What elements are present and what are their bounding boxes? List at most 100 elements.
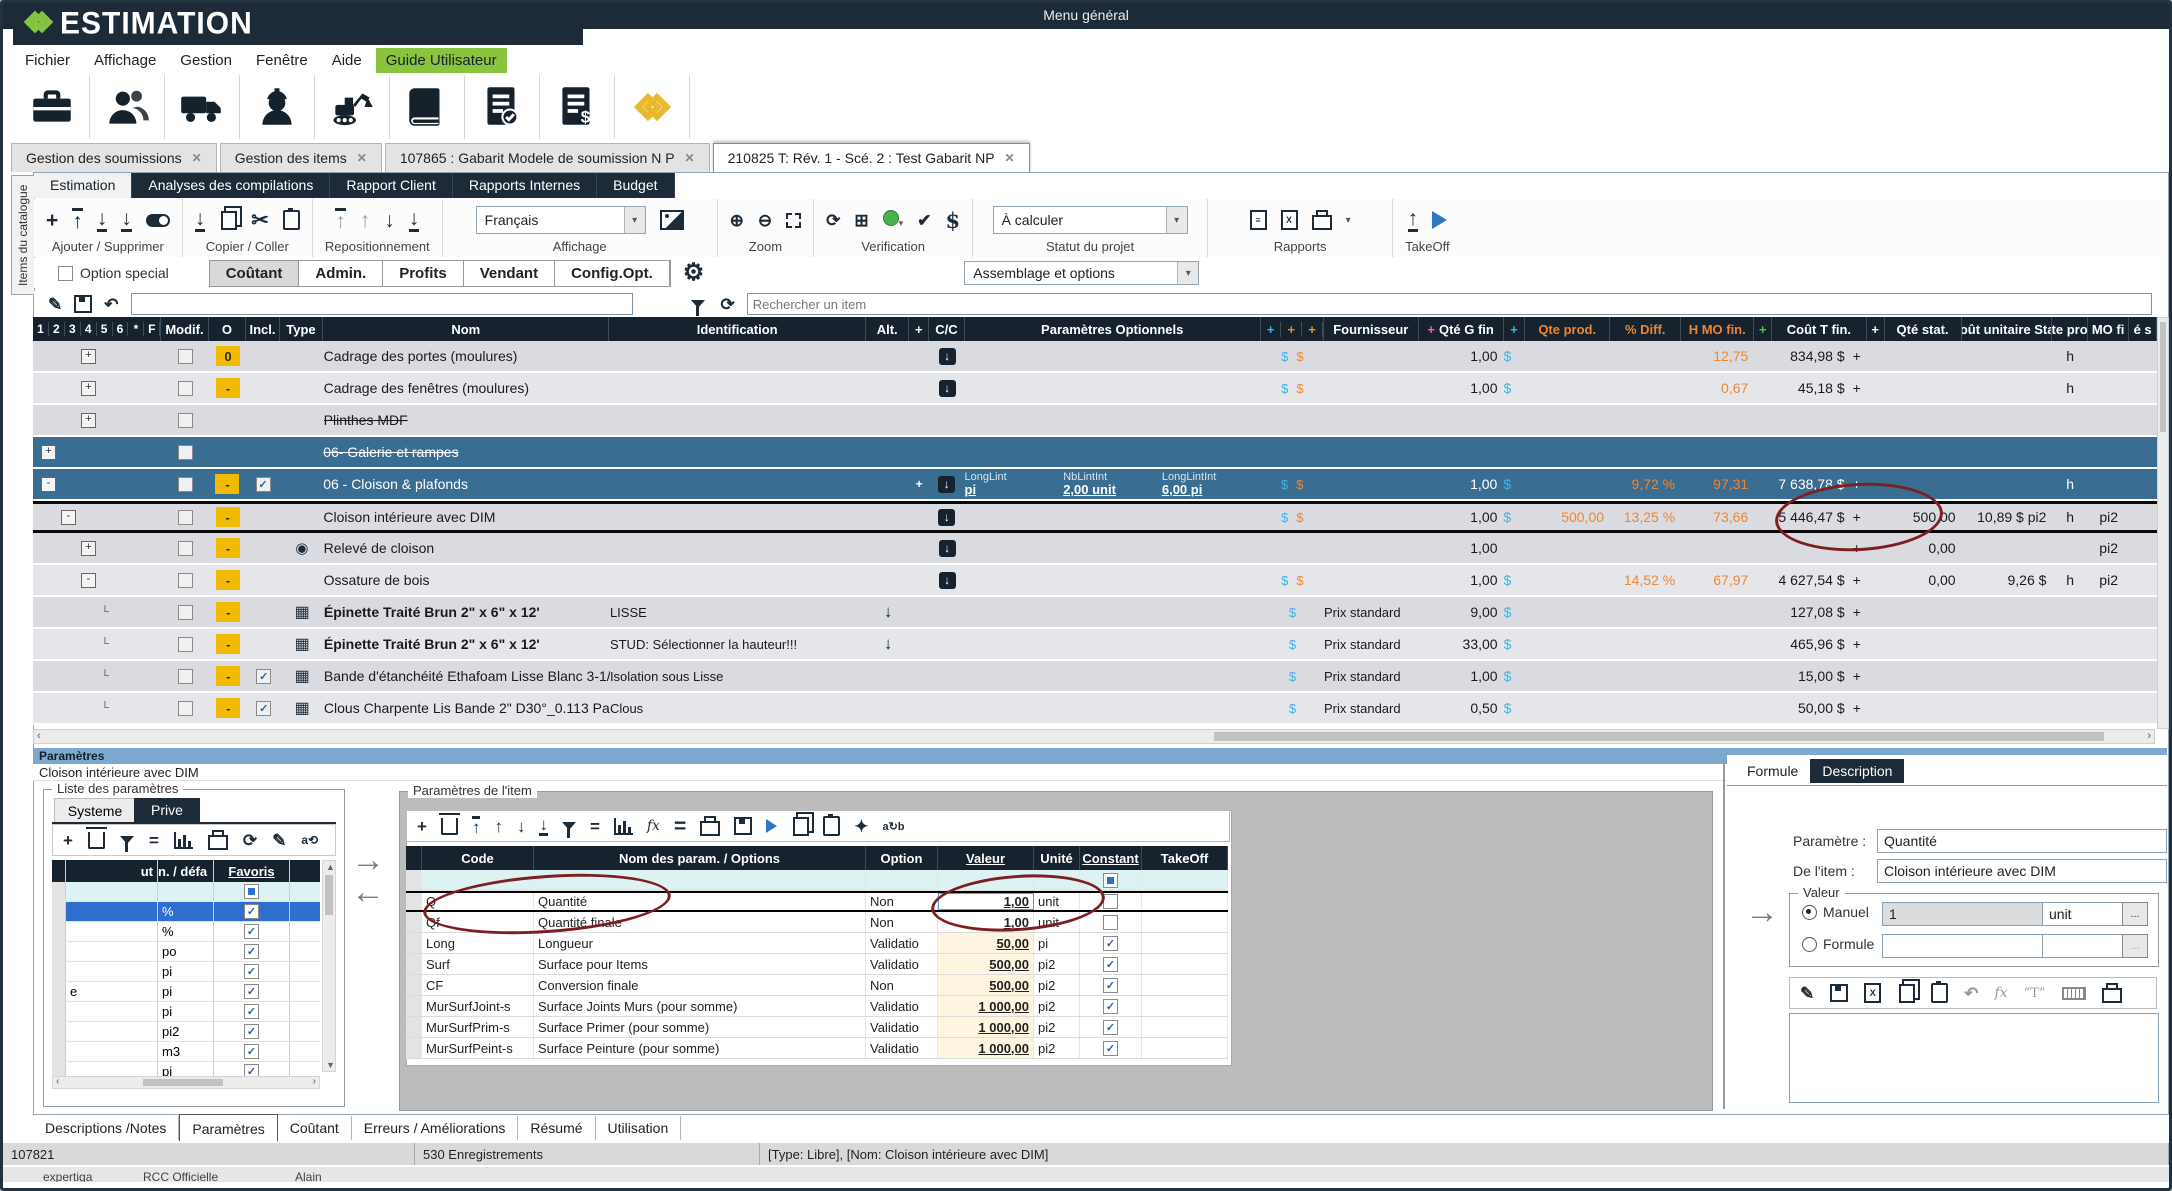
undo-icon[interactable]: ↶: [104, 296, 118, 313]
incl-checkbox[interactable]: ✓: [256, 669, 271, 684]
constant-checkbox[interactable]: [1103, 873, 1118, 888]
printer-icon[interactable]: [700, 821, 720, 836]
tree-expand-icon[interactable]: +: [81, 349, 96, 364]
favoris-checkbox[interactable]: ✓: [244, 924, 259, 939]
document-check-icon[interactable]: [465, 75, 540, 139]
cost-center-icon[interactable]: ↓: [939, 572, 956, 589]
dollar-icon[interactable]: $: [945, 210, 960, 231]
option-badge[interactable]: -: [216, 602, 240, 622]
cost-center-icon[interactable]: ↓: [939, 540, 956, 557]
save-icon[interactable]: [734, 817, 752, 835]
copy-icon[interactable]: [1899, 984, 1915, 1003]
catalog-book-icon[interactable]: [390, 75, 465, 139]
mode-button-cotant[interactable]: Coûtant: [210, 261, 300, 286]
menu-item-guide-utilisateur[interactable]: Guide Utilisateur: [376, 48, 507, 73]
grid-header-params[interactable]: Paramètres Optionnels: [965, 317, 1261, 341]
list-item[interactable]: epi✓: [52, 982, 320, 1002]
assembly-select[interactable]: Assemblage et options▾: [964, 261, 1199, 285]
takeoff-icon[interactable]: [766, 819, 777, 833]
mode-button-vendant[interactable]: Vendant: [464, 261, 555, 286]
document-tab[interactable]: Gestion des soumissions✕: [11, 143, 217, 172]
tab-prive[interactable]: Prive: [134, 798, 200, 822]
close-icon[interactable]: ✕: [357, 151, 367, 165]
zoom-in-icon[interactable]: ⊕: [730, 212, 744, 229]
option-badge[interactable]: -: [216, 507, 240, 527]
cost-center-icon[interactable]: ↓: [938, 476, 955, 493]
formule-more-button[interactable]: ...: [2122, 934, 2148, 958]
view-tab-budget[interactable]: Budget: [597, 173, 674, 198]
view-tab-rapport-client[interactable]: Rapport Client: [330, 173, 453, 198]
list-item[interactable]: %✓: [52, 902, 320, 922]
list-item[interactable]: pi2✓: [52, 1022, 320, 1042]
formula-icon[interactable]: fx: [647, 818, 660, 834]
grid-header-alt[interactable]: Alt.: [866, 317, 909, 341]
param-row[interactable]: MurSurfPeint-sSurface Peinture (pour som…: [406, 1038, 1228, 1059]
cost-center-icon[interactable]: ↓: [939, 380, 956, 397]
modif-checkbox[interactable]: [178, 413, 193, 428]
option-badge[interactable]: -: [216, 698, 240, 718]
bottom-tab-erreurs-am-liorations[interactable]: Erreurs / Améliorations: [352, 1116, 519, 1140]
constant-checkbox[interactable]: [1103, 915, 1118, 930]
grid-row[interactable]: └-▦Épinette Traité Brun 2" x 6" x 12'STU…: [33, 629, 2157, 661]
view-tab-estimation[interactable]: Estimation: [34, 173, 132, 198]
bottom-tab-co-tant[interactable]: Coûtant: [278, 1116, 352, 1140]
copy-icon[interactable]: [221, 211, 237, 230]
clean-icon[interactable]: ✦: [854, 818, 868, 835]
move-bottom-icon[interactable]: ↓: [409, 208, 420, 232]
printer-icon[interactable]: [2102, 988, 2122, 1003]
takeoff-logo-icon[interactable]: [1432, 211, 1447, 229]
grid-header-tepro[interactable]: te pro: [2052, 317, 2088, 341]
grid-header-hmo[interactable]: H MO fin.: [1681, 317, 1754, 341]
grid-header-dol[interactable]: +: [1504, 317, 1526, 341]
move-bottom-icon[interactable]: ↓: [539, 816, 548, 836]
insert-above-icon[interactable]: ↑: [72, 208, 83, 232]
close-icon[interactable]: ✕: [192, 151, 202, 165]
truck-icon[interactable]: [165, 75, 240, 139]
move-left-arrow-icon[interactable]: ←: [351, 875, 385, 909]
list-item[interactable]: po✓: [52, 942, 320, 962]
param-value[interactable]: 500,00: [989, 978, 1029, 993]
tree-expand-icon[interactable]: -: [61, 510, 76, 525]
modif-checkbox[interactable]: [178, 637, 193, 652]
add-icon[interactable]: +: [63, 832, 73, 849]
grid-row[interactable]: +-◉Relevé de cloison↓1,00+0,00pi2: [33, 533, 2157, 565]
alternative-arrow-icon[interactable]: ↓: [884, 602, 893, 622]
constant-checkbox[interactable]: ✓: [1103, 1041, 1118, 1056]
modif-checkbox[interactable]: [178, 477, 193, 492]
option-badge[interactable]: -: [216, 634, 240, 654]
takeoff-upload-icon[interactable]: ↑: [1408, 208, 1419, 232]
menu-item-aide[interactable]: Aide: [322, 49, 372, 72]
toggle-icon[interactable]: [146, 214, 170, 227]
list-item[interactable]: %✓: [52, 922, 320, 942]
manual-radio[interactable]: [1802, 905, 1817, 920]
constant-checkbox[interactable]: ✓: [1103, 978, 1118, 993]
mode-button-profits[interactable]: Profits: [383, 261, 464, 286]
tree-expand-icon[interactable]: -: [41, 477, 56, 492]
grid-row[interactable]: └-▦Épinette Traité Brun 2" x 6" x 12'LIS…: [33, 597, 2157, 629]
favoris-checkbox[interactable]: ✓: [244, 1004, 259, 1019]
delete-icon[interactable]: [88, 832, 105, 849]
grid-header-es[interactable]: é s: [2129, 317, 2157, 341]
param-field-value[interactable]: Quantité: [1877, 829, 2167, 853]
bottom-tab-param-tres[interactable]: Paramètres: [179, 1114, 277, 1141]
formule-unit-input[interactable]: [2042, 934, 2126, 958]
grid-row[interactable]: --Cloison intérieure avec DIM↓$$1,00$500…: [33, 501, 2157, 533]
constant-checkbox[interactable]: [1103, 894, 1118, 909]
tree-expand-icon[interactable]: +: [41, 445, 56, 460]
view-tab-analyses-des-compilations[interactable]: Analyses des compilations: [132, 173, 330, 198]
tree-expand-icon[interactable]: +: [81, 541, 96, 556]
param-row[interactable]: [406, 870, 1228, 891]
close-icon[interactable]: ✕: [1005, 151, 1015, 165]
grid-row[interactable]: --✓06 - Cloison & plafonds+↓LongLintpiNb…: [33, 469, 2157, 501]
favoris-checkbox[interactable]: ✓: [244, 1044, 259, 1059]
grid-row[interactable]: +06- Galerie et rampes: [33, 437, 2157, 469]
grid-header-diff[interactable]: % Diff.: [1610, 317, 1681, 341]
param-value[interactable]: 1 000,00: [978, 1041, 1029, 1056]
menu-item-fenêtre[interactable]: Fenêtre: [246, 49, 318, 72]
zoom-fit-icon[interactable]: [786, 213, 801, 228]
grid-header-mofi[interactable]: MO fi: [2088, 317, 2129, 341]
equals-icon[interactable]: =: [590, 818, 600, 835]
save-icon[interactable]: [74, 295, 92, 313]
modif-checkbox[interactable]: [178, 669, 193, 684]
document-tab[interactable]: 210825 T: Rév. 1 - Scé. 2 : Test Gabarit…: [713, 143, 1030, 172]
